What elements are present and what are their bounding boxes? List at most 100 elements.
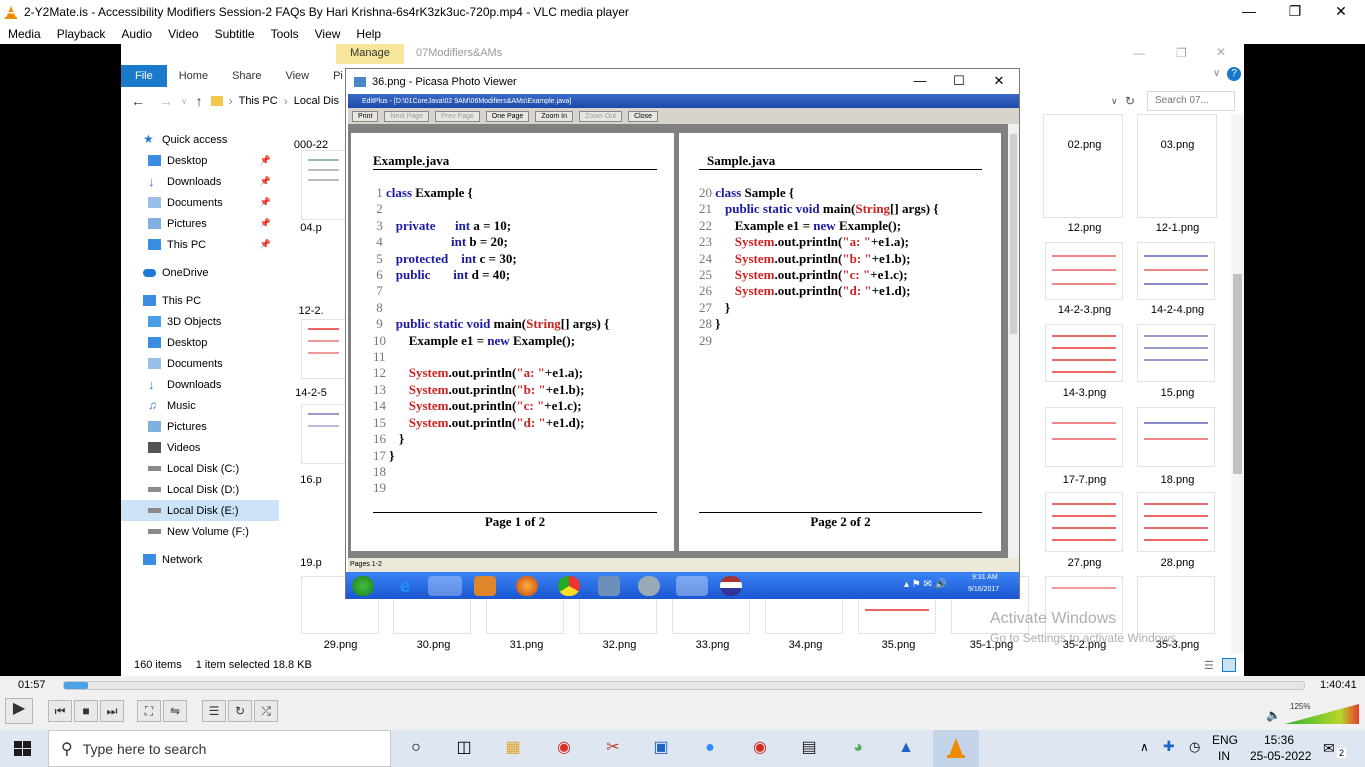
vlc-taskbar-button[interactable] <box>933 730 979 767</box>
cortana-icon[interactable]: ○ <box>403 735 429 761</box>
task-view-icon[interactable]: ◫ <box>451 735 477 761</box>
back-arrow-icon[interactable]: ← <box>131 93 145 109</box>
recent-chevron-icon[interactable]: ∨ <box>181 96 188 107</box>
file-explorer-icon[interactable]: ▦ <box>500 735 526 761</box>
breadcrumb-this-pc[interactable]: This PC <box>239 95 278 107</box>
file-label[interactable]: 03.png <box>1131 139 1224 151</box>
nav-music[interactable]: ♫ Music <box>121 395 279 416</box>
previous-button[interactable]: ⏮ <box>48 700 72 722</box>
wifi-icon[interactable]: ◷ <box>1189 739 1200 755</box>
snipping-tool-icon[interactable]: ✂ <box>600 735 626 761</box>
fullscreen-button[interactable]: ⛶ <box>137 700 161 722</box>
file-label[interactable]: 14-2-3.png <box>1038 304 1131 316</box>
extended-settings-button[interactable]: ⇋ <box>163 700 187 722</box>
file-thumbnail[interactable] <box>1137 492 1215 552</box>
nav-network[interactable]: Network <box>121 549 279 570</box>
play-button[interactable]: ▶ <box>5 698 33 724</box>
folder-task-icon[interactable] <box>428 576 462 596</box>
file-label[interactable]: 12.png <box>1038 222 1131 234</box>
file-label[interactable]: 19.p <box>281 557 341 569</box>
menu-help[interactable]: Help <box>348 27 389 41</box>
preview-scroll-thumb[interactable] <box>1010 134 1017 334</box>
tab-file[interactable]: File <box>121 65 167 87</box>
zoom-out-button[interactable]: Zoom Out <box>579 110 623 122</box>
one-page-button[interactable]: One Page <box>485 110 530 122</box>
search-input[interactable]: Search 07... <box>1147 91 1235 111</box>
shuffle-button[interactable]: ⤮ <box>254 700 278 722</box>
picasa-task-icon[interactable] <box>676 576 708 596</box>
recorder-icon[interactable]: ◉ <box>747 735 773 761</box>
file-label[interactable]: 16.p <box>281 474 341 486</box>
file-thumbnail[interactable] <box>1137 114 1217 218</box>
file-label[interactable]: 000-22 <box>281 139 341 151</box>
notification-icon[interactable]: ✉ <box>1323 740 1335 757</box>
firefox-icon[interactable] <box>516 576 538 596</box>
taskbar-search-box[interactable]: ⚲ Type here to search <box>48 730 391 767</box>
nav-downloads[interactable]: ↓ Downloads <box>121 374 279 395</box>
playlist-button[interactable]: ☰ <box>202 700 226 722</box>
chrome-icon[interactable] <box>558 576 580 596</box>
file-label[interactable]: 27.png <box>1038 557 1131 569</box>
prev-page-button[interactable]: Prev Page <box>435 110 480 122</box>
language-eng[interactable]: ENG <box>1212 733 1238 747</box>
file-thumbnail[interactable] <box>1137 324 1215 382</box>
maximize-button[interactable]: ❐ <box>1272 0 1318 23</box>
language-in[interactable]: IN <box>1218 749 1230 763</box>
show-hidden-icons[interactable]: ∧ <box>1140 740 1149 754</box>
network-task-icon[interactable] <box>598 576 620 596</box>
manage-tab[interactable]: Manage <box>336 44 404 64</box>
print-button[interactable]: Print <box>352 110 379 122</box>
menu-playback[interactable]: Playback <box>49 27 114 41</box>
file-thumbnail[interactable] <box>301 150 346 220</box>
nav-local-disk-e[interactable]: Local Disk (E:) <box>121 500 279 521</box>
large-icons-view-icon[interactable] <box>1222 658 1236 672</box>
file-thumbnail[interactable] <box>301 404 346 464</box>
nav-documents[interactable]: Documents <box>121 353 279 374</box>
up-arrow-icon[interactable]: ↑ <box>196 93 203 109</box>
minimize-button[interactable]: — <box>1226 0 1272 23</box>
nav-qa-desktop[interactable]: Desktop 📌 <box>121 150 279 171</box>
preview-scrollbar[interactable] <box>1008 124 1019 558</box>
nav-qa-downloads[interactable]: ↓ Downloads 📌 <box>121 171 279 192</box>
sticky-notes-icon[interactable]: ▤ <box>796 735 822 761</box>
explorer-scrollbar[interactable] <box>1231 114 1244 654</box>
tab-share[interactable]: Share <box>220 70 273 82</box>
close-preview-button[interactable]: Close <box>628 110 659 122</box>
forward-arrow-icon[interactable]: → <box>159 93 173 109</box>
seek-bar[interactable] <box>63 681 1305 690</box>
tab-view[interactable]: View <box>273 70 321 82</box>
file-label[interactable]: 12-1.png <box>1131 222 1224 234</box>
nav-new-volume-f[interactable]: New Volume (F:) <box>121 521 279 542</box>
file-thumbnail[interactable] <box>1045 492 1123 552</box>
edge-icon[interactable]: ◕ <box>845 735 871 761</box>
scrollbar-thumb[interactable] <box>1233 274 1242 474</box>
file-label[interactable]: 29.png <box>294 639 387 651</box>
nav-desktop[interactable]: Desktop <box>121 332 279 353</box>
speaker-icon[interactable]: 🔈 <box>1266 708 1281 722</box>
video-area[interactable]: Manage 07Modifiers&AMs — ❐ ✕ File Home S… <box>0 44 1365 676</box>
zoom-in-button[interactable]: Zoom In <box>535 110 573 122</box>
menu-audio[interactable]: Audio <box>113 27 160 41</box>
file-label[interactable]: 04.p <box>281 222 341 234</box>
loop-button[interactable]: ↻ <box>228 700 252 722</box>
picasa-close-button[interactable]: ✕ <box>979 69 1019 94</box>
file-label[interactable]: 02.png <box>1038 139 1131 151</box>
file-label[interactable]: 28.png <box>1131 557 1224 569</box>
ribbon-expand-icon[interactable]: ∨ <box>1213 68 1220 79</box>
picasa-minimize-button[interactable]: — <box>900 69 940 94</box>
help-icon[interactable]: ? <box>1227 67 1241 81</box>
clock-time[interactable]: 15:36 <box>1264 733 1294 747</box>
nav-pictures[interactable]: Pictures <box>121 416 279 437</box>
file-label[interactable]: 15.png <box>1131 387 1224 399</box>
nav-onedrive[interactable]: OneDrive <box>121 262 279 283</box>
explorer-close-icon[interactable]: ✕ <box>1216 45 1226 59</box>
store-icon[interactable]: ▣ <box>648 735 674 761</box>
photos-icon[interactable]: ▲ <box>893 735 919 761</box>
picasa-maximize-button[interactable]: ☐ <box>939 69 979 94</box>
file-label[interactable]: 14-2-4.png <box>1131 304 1224 316</box>
file-thumbnail[interactable] <box>1043 114 1123 218</box>
file-thumbnail[interactable] <box>1137 242 1215 300</box>
nav-3d-objects[interactable]: 3D Objects <box>121 311 279 332</box>
file-label[interactable]: 31.png <box>480 639 573 651</box>
details-view-icon[interactable]: ☰ <box>1204 659 1214 672</box>
